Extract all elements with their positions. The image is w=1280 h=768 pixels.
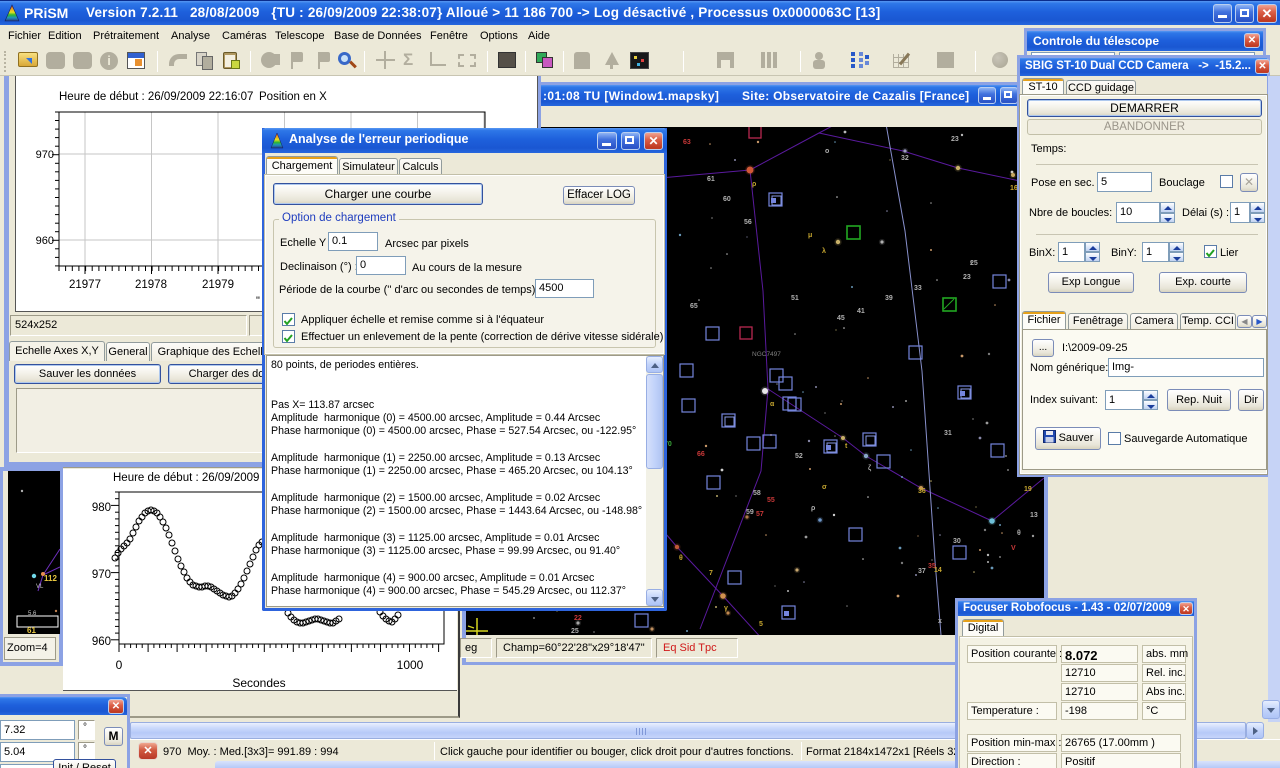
svg-text:7: 7 — [709, 570, 713, 577]
svg-text:65: 65 — [690, 303, 698, 310]
svg-text:41: 41 — [857, 308, 865, 315]
svg-text:33: 33 — [914, 285, 922, 292]
svg-text:52: 52 — [795, 453, 803, 460]
svg-text:α: α — [770, 401, 775, 408]
svg-text:5: 5 — [759, 621, 763, 628]
svg-text:66: 66 — [697, 451, 705, 458]
svg-text:960: 960 — [36, 235, 54, 247]
svg-text:22: 22 — [574, 615, 582, 622]
svg-text:NGC7497: NGC7497 — [752, 351, 781, 358]
svg-text:61: 61 — [707, 176, 715, 183]
svg-text:960: 960 — [92, 636, 111, 648]
svg-text:23: 23 — [951, 136, 959, 143]
svg-text:5.6: 5.6 — [28, 611, 37, 617]
svg-text:Heure de début : 26/09/2009 22: Heure de début : 26/09/2009 22:16:07 — [59, 91, 253, 103]
svg-text:31: 31 — [944, 430, 952, 437]
svg-text:25: 25 — [571, 628, 579, 635]
svg-text:112: 112 — [44, 574, 57, 583]
svg-text:o: o — [825, 148, 829, 155]
svg-text:36: 36 — [918, 488, 926, 495]
svg-text:0: 0 — [116, 658, 123, 672]
svg-text:61: 61 — [27, 626, 36, 634]
svg-text:ρ: ρ — [752, 181, 757, 188]
svg-text:59: 59 — [746, 509, 754, 516]
svg-text:55: 55 — [767, 497, 775, 504]
svg-text:39: 39 — [885, 295, 893, 302]
svg-text:60: 60 — [723, 196, 731, 203]
svg-text:θ: θ — [1017, 530, 1021, 537]
svg-text:21978: 21978 — [135, 279, 167, 291]
svg-text:45: 45 — [837, 315, 845, 322]
svg-text:λ: λ — [822, 247, 826, 255]
svg-text:970: 970 — [36, 149, 54, 161]
svg-text:25: 25 — [970, 260, 978, 267]
svg-text:63: 63 — [683, 139, 691, 146]
svg-text:γ: γ — [724, 605, 728, 612]
svg-text:980: 980 — [92, 502, 111, 514]
svg-text:21979: 21979 — [202, 279, 234, 291]
svg-text:37: 37 — [918, 568, 926, 575]
svg-text:θ: θ — [679, 555, 683, 562]
svg-text:μ: μ — [808, 232, 812, 239]
svg-text:58: 58 — [753, 490, 761, 497]
svg-text:56: 56 — [744, 219, 752, 226]
svg-text:V: V — [1011, 545, 1016, 552]
svg-text:ρ: ρ — [811, 505, 816, 512]
svg-text:Secondes: Secondes — [232, 676, 285, 690]
svg-text:VL: VL — [36, 584, 44, 590]
svg-text:13: 13 — [1030, 512, 1038, 519]
svg-text:970: 970 — [92, 569, 111, 581]
svg-text:21977: 21977 — [69, 279, 101, 291]
svg-text:σ: σ — [822, 484, 827, 491]
svg-text:51: 51 — [791, 295, 799, 302]
svg-text:57: 57 — [756, 511, 764, 518]
svg-text:14: 14 — [934, 567, 942, 574]
svg-text:30: 30 — [953, 538, 961, 545]
svg-text:x: x — [938, 618, 942, 625]
svg-text:19: 19 — [1024, 486, 1032, 493]
svg-text:Position en X: Position en X — [259, 91, 327, 103]
svg-text:1000: 1000 — [397, 658, 424, 672]
svg-text:32: 32 — [901, 155, 909, 162]
svg-text:23: 23 — [963, 274, 971, 281]
